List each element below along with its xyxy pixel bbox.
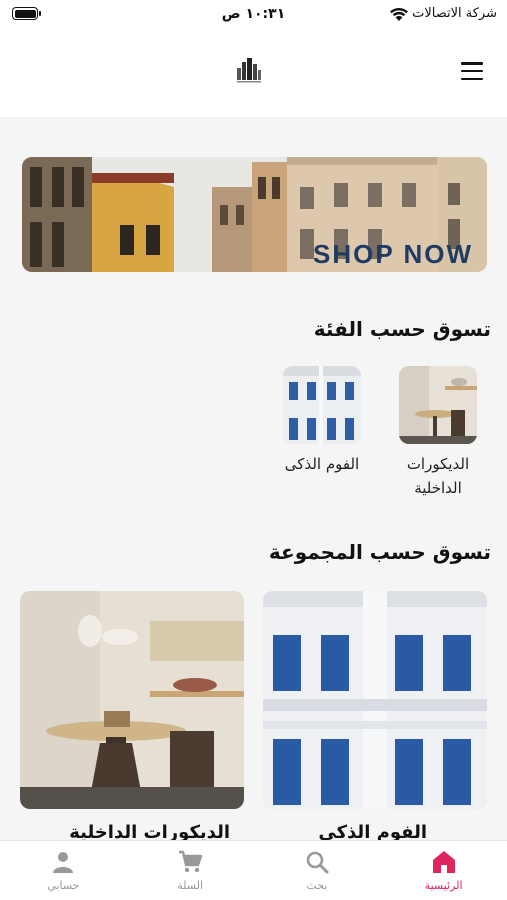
group-card-interior-decor[interactable] (20, 591, 244, 809)
search-icon (306, 851, 329, 874)
hamburger-menu-icon[interactable] (461, 62, 483, 80)
group-card-smart-foam[interactable] (263, 591, 487, 809)
category-label: الفوم الذكى (284, 455, 360, 473)
interior-decor-image (399, 366, 477, 444)
interior-decor-room-image (20, 591, 244, 809)
category-item-smart-foam[interactable]: الفوم الذكى (276, 366, 368, 476)
carrier-name: شركة الاتصالات (412, 6, 497, 21)
buildings-logo-icon[interactable] (236, 56, 262, 84)
category-label: الديكورات الداخلية (406, 455, 470, 497)
cart-icon (179, 850, 203, 873)
person-icon (53, 852, 74, 873)
bottom-tab-bar: الرئيسية بحث السلة حسابي (0, 840, 507, 900)
tab-cart[interactable]: السلة (127, 841, 254, 900)
status-bar: ١٠:٣١ ص شركة الاتصالات (0, 0, 507, 30)
tab-label: السلة (177, 879, 203, 892)
tab-search[interactable]: بحث (254, 841, 381, 900)
home-icon (432, 851, 455, 873)
shop-now-label[interactable]: SHOP NOW (313, 239, 473, 270)
smart-foam-image (283, 366, 361, 444)
tab-account[interactable]: حسابي (0, 841, 127, 900)
promo-banner[interactable]: SHOP NOW (22, 157, 487, 272)
tab-home[interactable]: الرئيسية (380, 841, 507, 900)
category-item-interior-decor[interactable]: الديكورات الداخلية (392, 366, 484, 500)
tab-label: بحث (306, 879, 328, 892)
shop-by-category-title: تسوق حسب الفئة (313, 317, 491, 341)
smart-foam-facade-image (263, 591, 487, 809)
app-header (0, 30, 507, 118)
tab-label: الرئيسية (424, 879, 463, 892)
shop-by-group-title: تسوق حسب المجموعة (268, 540, 491, 564)
tab-label: حسابي (47, 879, 80, 892)
wifi-icon (390, 7, 408, 21)
